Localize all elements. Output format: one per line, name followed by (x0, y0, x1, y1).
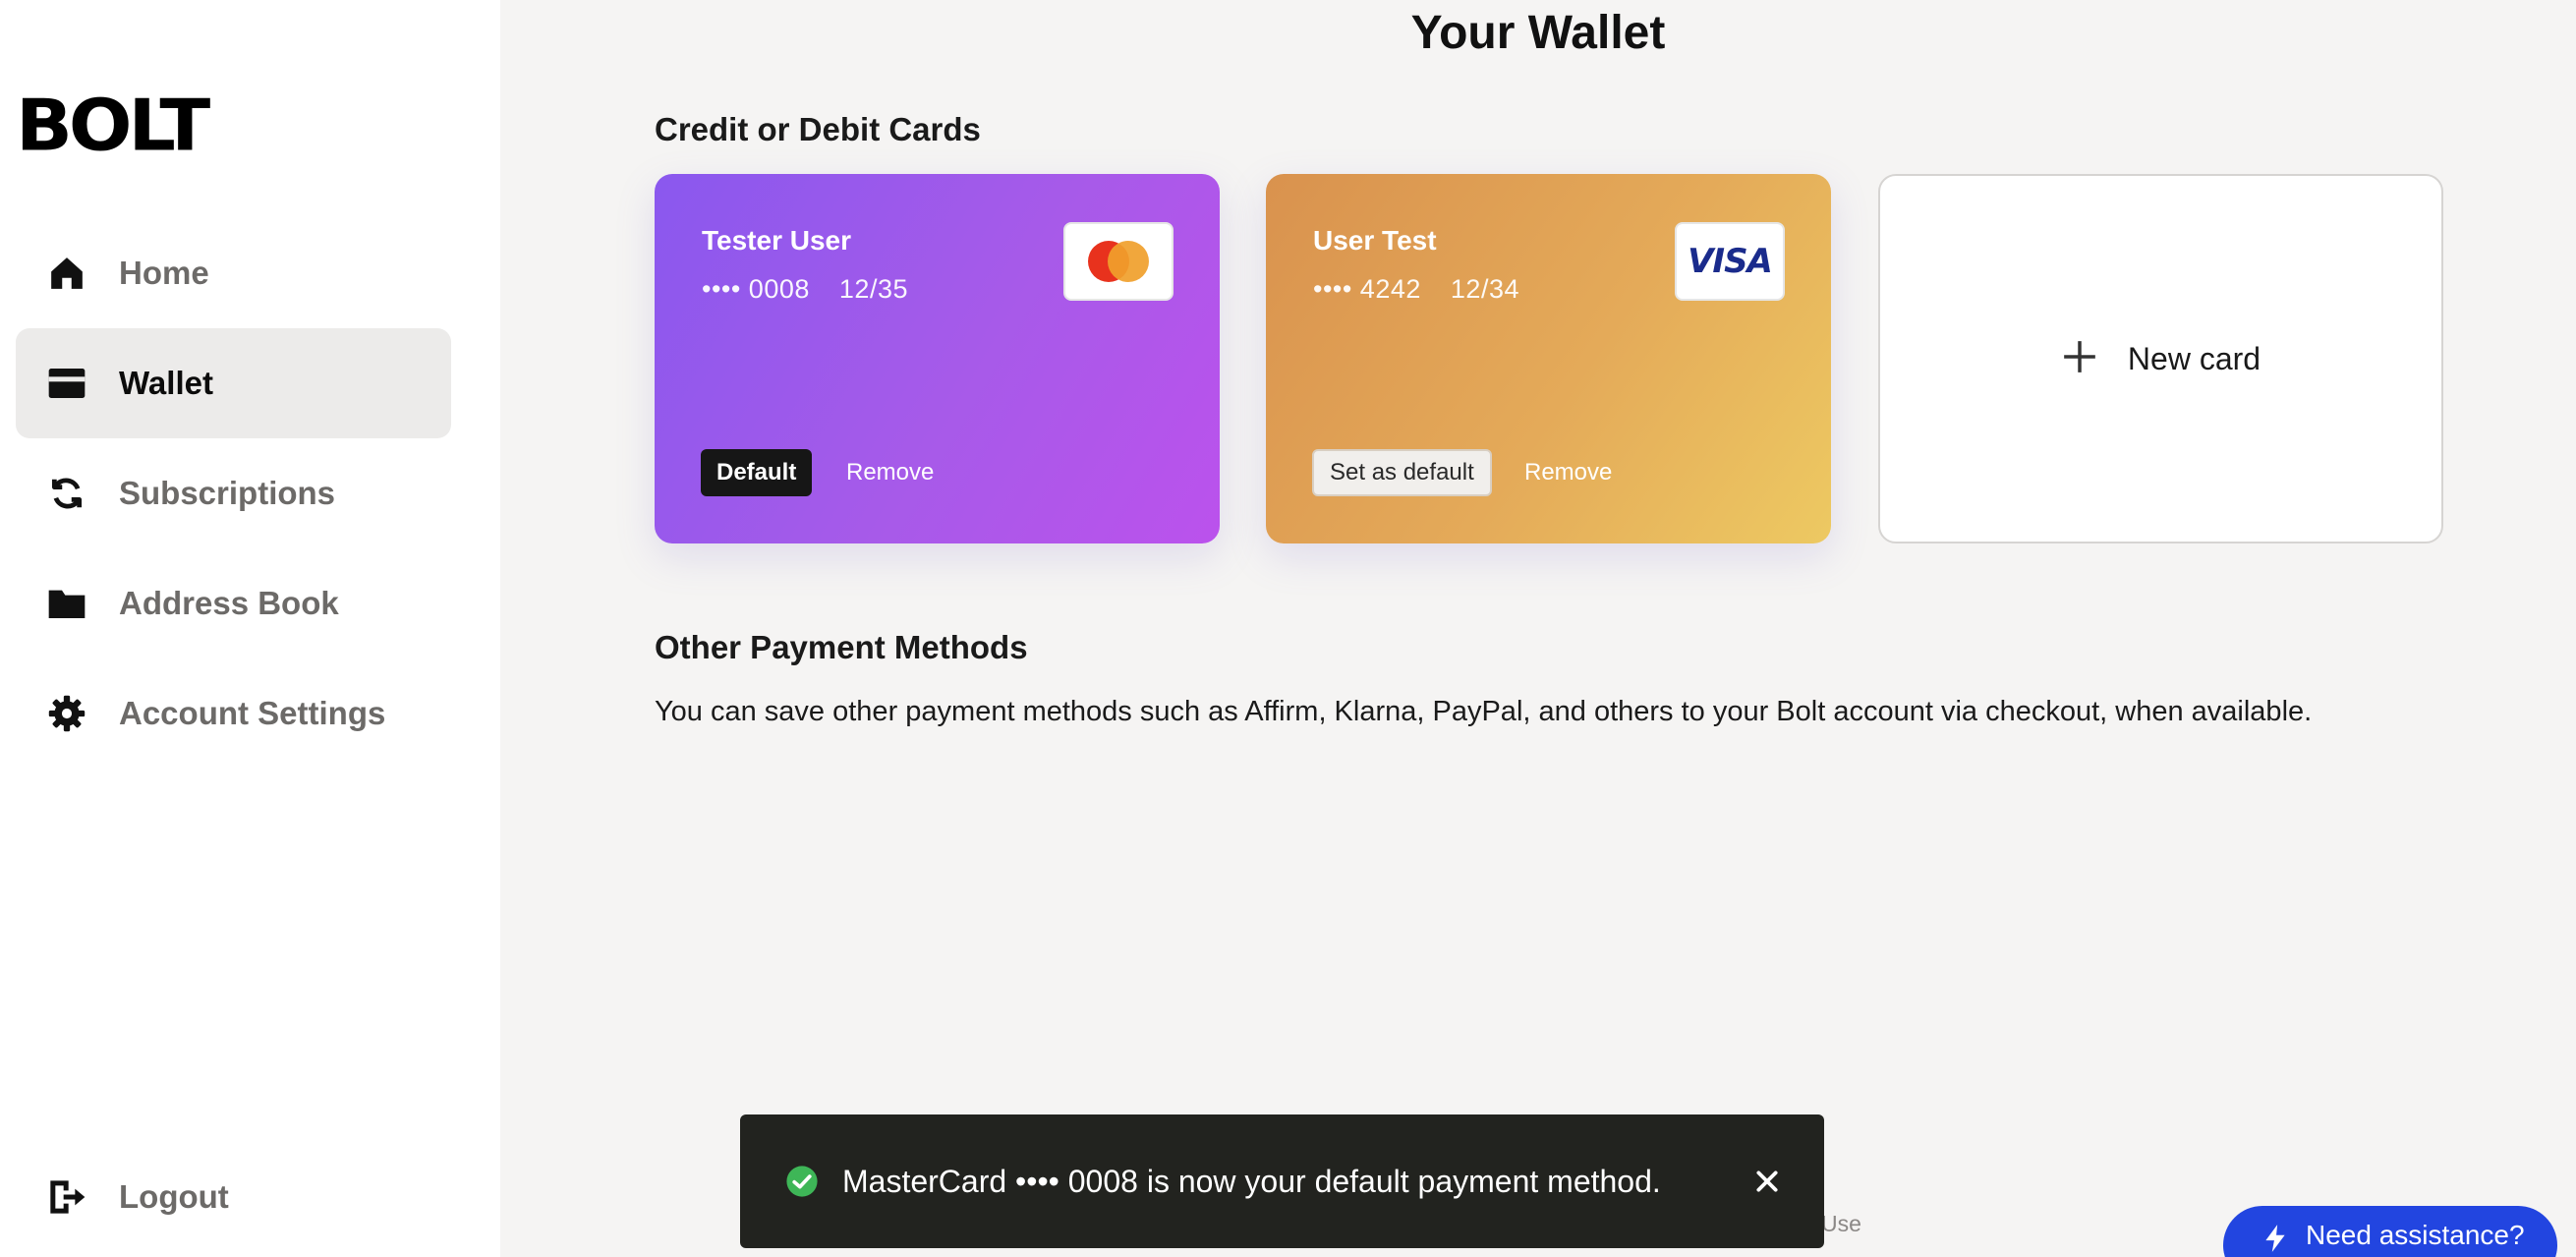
logout-label: Logout (119, 1178, 229, 1215)
mastercard-logo (1063, 222, 1174, 301)
remove-card-button[interactable]: Remove (846, 449, 934, 496)
check-circle-icon (785, 1165, 819, 1198)
toast-notification: MasterCard •••• 0008 is now your default… (740, 1114, 1824, 1248)
set-as-default-button[interactable]: Set as default (1312, 449, 1492, 496)
new-card-label: New card (2127, 340, 2261, 376)
gear-icon (47, 694, 86, 733)
other-methods-title: Other Payment Methods (655, 629, 1028, 665)
default-badge: Default (701, 449, 813, 496)
payment-card-mastercard[interactable]: Tester User •••• 0008 12/35 Default Remo… (655, 174, 1220, 543)
sidebar-item-label: Address Book (119, 585, 339, 621)
home-icon (47, 254, 86, 293)
card-expiry: 12/35 (838, 274, 908, 304)
card-number-expiry: •••• 0008 12/35 (702, 274, 930, 305)
lightning-icon (2262, 1224, 2288, 1257)
card-holder-name: Tester User (702, 225, 852, 256)
sidebar-item-account-settings[interactable]: Account Settings (16, 658, 451, 769)
wallet-icon (47, 364, 86, 403)
visa-logo: VISA (1675, 222, 1785, 301)
sidebar-item-address-book[interactable]: Address Book (16, 548, 451, 658)
need-assistance-button[interactable]: Need assistance? (2223, 1206, 2557, 1257)
new-card-button[interactable]: New card (1878, 174, 2443, 543)
card-number-expiry: •••• 4242 12/34 (1313, 274, 1541, 305)
sidebar-item-label: Home (119, 255, 209, 291)
need-assistance-label: Need assistance? (2306, 1220, 2525, 1250)
other-methods-description: You can save other payment methods such … (655, 696, 2313, 727)
folder-icon (47, 584, 86, 623)
footer-link[interactable]: Use (1821, 1211, 1861, 1237)
card-holder-name: User Test (1313, 225, 1437, 256)
logout-button[interactable]: Logout (16, 1142, 451, 1252)
bolt-logo[interactable]: BOLT (16, 89, 210, 160)
plus-icon (2061, 338, 2098, 380)
payment-card-visa[interactable]: User Test •••• 4242 12/34 VISA Set as de… (1266, 174, 1831, 543)
close-icon[interactable] (1749, 1164, 1785, 1199)
sidebar-item-label: Subscriptions (119, 475, 336, 511)
refresh-icon (47, 474, 86, 513)
card-number: •••• 4242 (1313, 274, 1421, 304)
sidebar-item-home[interactable]: Home (16, 218, 451, 328)
remove-card-button[interactable]: Remove (1524, 449, 1612, 496)
sidebar-item-wallet[interactable]: Wallet (16, 328, 451, 438)
sidebar: BOLT Home Wallet Subscriptions Address B… (0, 0, 500, 1257)
logout-icon (47, 1177, 86, 1217)
sidebar-item-label: Account Settings (119, 695, 386, 731)
toast-message: MasterCard •••• 0008 is now your default… (842, 1163, 1661, 1199)
page-title: Your Wallet (1410, 7, 1666, 59)
cards-section-title: Credit or Debit Cards (655, 111, 981, 147)
card-expiry: 12/34 (1450, 274, 1519, 304)
sidebar-item-subscriptions[interactable]: Subscriptions (16, 438, 451, 548)
sidebar-item-label: Wallet (119, 365, 213, 401)
card-number: •••• 0008 (702, 274, 810, 304)
